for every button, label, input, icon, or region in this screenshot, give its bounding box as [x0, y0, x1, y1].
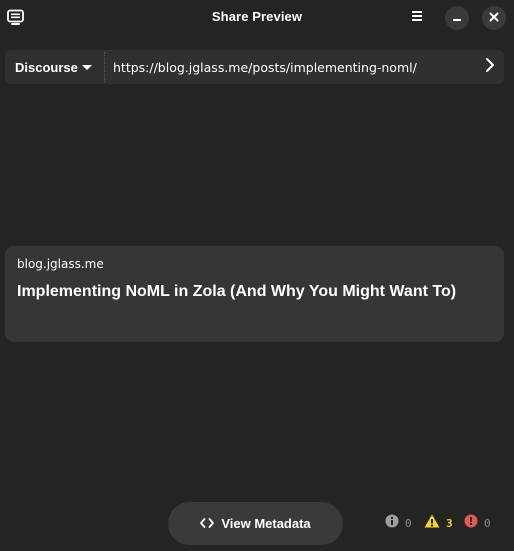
service-dropdown[interactable]: Discourse	[5, 50, 104, 84]
chevron-down-icon	[82, 65, 92, 70]
warning-count: 3	[446, 516, 453, 530]
url-bar: Discourse	[5, 50, 504, 84]
service-label: Discourse	[15, 59, 78, 75]
warning-icon	[424, 514, 440, 533]
preview-card: blog.jglass.me Implementing NoML in Zola…	[5, 246, 504, 342]
hamburger-menu-icon	[411, 9, 423, 27]
error-icon	[464, 514, 478, 533]
urlbar-separator	[104, 52, 105, 82]
close-icon	[489, 9, 499, 27]
header-bar: Share Preview	[0, 0, 514, 36]
card-site-name: blog.jglass.me	[17, 257, 104, 271]
info-count-indicator[interactable]: 0	[385, 514, 412, 532]
main-menu-button[interactable]	[405, 6, 429, 30]
warning-count-indicator[interactable]: 3	[424, 514, 453, 532]
url-input[interactable]	[113, 50, 473, 84]
card-title: Implementing NoML in Zola (And Why You M…	[17, 283, 457, 300]
info-icon	[385, 514, 399, 533]
minimize-icon	[452, 9, 462, 27]
code-icon	[200, 515, 215, 533]
close-button[interactable]	[482, 6, 506, 30]
view-metadata-button[interactable]: View Metadata	[168, 502, 343, 545]
info-count: 0	[405, 516, 412, 530]
error-count-indicator[interactable]: 0	[464, 514, 491, 532]
app-window: Share Preview Discourse https://blog.jgl…	[0, 0, 514, 551]
error-count: 0	[484, 516, 491, 530]
chevron-right-icon	[485, 57, 495, 78]
minimize-button[interactable]	[445, 6, 469, 30]
go-button[interactable]	[479, 55, 501, 79]
view-metadata-label: View Metadata	[221, 516, 311, 531]
window-title: Share Preview	[211, 9, 303, 24]
